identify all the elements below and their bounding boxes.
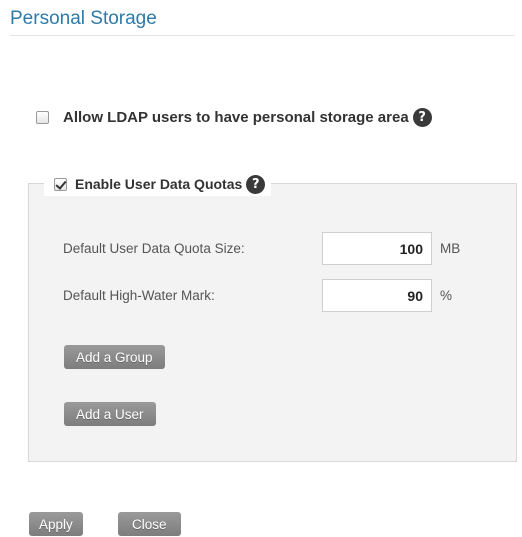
- question-circle-icon[interactable]: ?: [246, 174, 266, 194]
- quotas-legend: Enable User Data Quotas ?: [44, 172, 272, 196]
- ldap-storage-checkbox[interactable]: [36, 111, 49, 124]
- enable-quotas-label: Enable User Data Quotas: [75, 176, 243, 192]
- ldap-option-row: Allow LDAP users to have personal storag…: [36, 108, 432, 127]
- high-water-mark-input[interactable]: [322, 279, 432, 312]
- quota-size-row: Default User Data Quota Size: MB: [63, 232, 460, 265]
- close-button[interactable]: Close: [118, 512, 181, 536]
- quota-size-unit: MB: [440, 241, 461, 256]
- ldap-storage-label: Allow LDAP users to have personal storag…: [63, 109, 409, 126]
- high-water-mark-unit: %: [440, 288, 453, 303]
- high-water-mark-label: Default High-Water Mark:: [63, 288, 215, 303]
- personal-storage-page: Personal Storage Allow LDAP users to hav…: [0, 0, 522, 537]
- enable-quotas-checkbox[interactable]: [54, 177, 67, 191]
- quota-size-label: Default User Data Quota Size:: [63, 241, 245, 256]
- apply-button[interactable]: Apply: [29, 512, 83, 536]
- high-water-mark-row: Default High-Water Mark: %: [63, 279, 452, 312]
- quota-size-input[interactable]: [322, 232, 432, 265]
- page-title: Personal Storage: [10, 8, 157, 29]
- question-circle-icon[interactable]: ?: [412, 108, 432, 127]
- add-user-button[interactable]: Add a User: [64, 402, 156, 426]
- title-divider: [10, 35, 515, 36]
- add-group-button[interactable]: Add a Group: [64, 345, 165, 369]
